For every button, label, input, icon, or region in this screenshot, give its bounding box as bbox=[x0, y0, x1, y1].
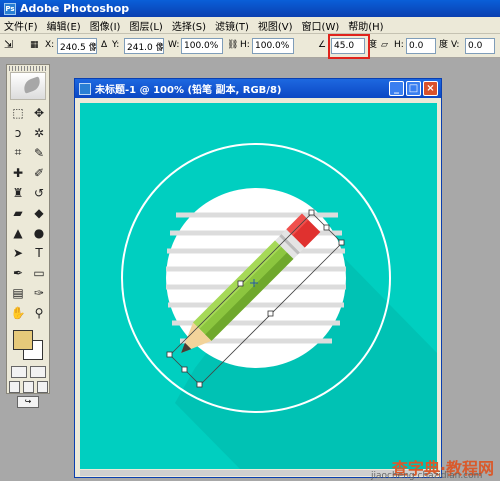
shape-tool-icon[interactable]: ▭ bbox=[29, 263, 49, 282]
horizontal-skew-input[interactable] bbox=[406, 38, 436, 54]
reference-point-icon[interactable]: ▦ bbox=[30, 37, 39, 53]
healing-brush-tool-icon[interactable]: ✚ bbox=[8, 163, 28, 182]
y-position-input[interactable] bbox=[124, 38, 164, 54]
maximize-button[interactable]: □ bbox=[406, 81, 421, 96]
document-window: 未标题-1 @ 100% (铅笔 副本, RGB/8) _ □ × bbox=[74, 78, 442, 478]
menu-file[interactable]: 文件(F) bbox=[4, 18, 38, 33]
x-position-input[interactable] bbox=[57, 38, 97, 54]
clone-stamp-tool-icon[interactable]: ♜ bbox=[8, 183, 28, 202]
options-bar: ⇲ ▦ X: Δ Y: W: ⛓ H: ∠ 度 ▱ H: 度 V: bbox=[0, 34, 500, 58]
image-canvas[interactable] bbox=[80, 103, 437, 469]
foreground-color-swatch[interactable] bbox=[13, 330, 33, 350]
feather-logo-icon bbox=[10, 72, 46, 100]
photoshop-logo-icon: Ps bbox=[4, 2, 16, 15]
close-button[interactable]: × bbox=[423, 81, 438, 96]
magic-wand-tool-icon[interactable]: ✲ bbox=[29, 123, 49, 142]
app-title: Adobe Photoshop bbox=[20, 2, 130, 15]
pen-tool-icon[interactable]: ✒ bbox=[8, 263, 28, 282]
notes-tool-icon[interactable]: ▤ bbox=[8, 283, 28, 302]
pencil-artwork bbox=[121, 143, 437, 469]
height-input[interactable] bbox=[252, 38, 294, 54]
minimize-button[interactable]: _ bbox=[389, 81, 404, 96]
crop-tool-icon[interactable]: ⌗ bbox=[8, 143, 28, 162]
tools-palette: ⬚ ✥ ↄ ✲ ⌗ ✎ ✚ ✐ ♜ ↺ ▰ ◆ ▲ ● ➤ T ✒ ▭ ▤ ✑ … bbox=[6, 64, 50, 408]
slice-tool-icon[interactable]: ✎ bbox=[29, 143, 49, 162]
menu-filter[interactable]: 滤镜(T) bbox=[215, 18, 249, 33]
hskew-unit: 度 bbox=[439, 40, 449, 50]
transform-tool-icon[interactable]: ⇲ bbox=[4, 37, 13, 53]
document-title-bar[interactable]: 未标题-1 @ 100% (铅笔 副本, RGB/8) bbox=[75, 79, 441, 98]
menu-bar: 文件(F) 编辑(E) 图像(I) 图层(L) 选择(S) 滤镜(T) 视图(V… bbox=[0, 17, 500, 34]
menu-select[interactable]: 选择(S) bbox=[172, 18, 206, 33]
blur-tool-icon[interactable]: ▲ bbox=[8, 223, 28, 242]
y-label: Y: bbox=[112, 40, 120, 50]
full-screen-mode-icon[interactable] bbox=[36, 381, 48, 393]
zoom-tool-icon[interactable]: ⚲ bbox=[29, 303, 49, 322]
menu-edit[interactable]: 编辑(E) bbox=[47, 18, 81, 33]
skew-icon: ▱ bbox=[381, 40, 388, 50]
document-icon bbox=[79, 82, 91, 95]
dodge-tool-icon[interactable]: ● bbox=[29, 223, 49, 242]
paint-bucket-tool-icon[interactable]: ◆ bbox=[29, 203, 49, 222]
menu-view[interactable]: 视图(V) bbox=[258, 18, 293, 33]
move-tool-icon[interactable]: ✥ bbox=[29, 103, 49, 122]
angle-icon: ∠ bbox=[318, 40, 327, 50]
watermark-site: jiaocheng.chazidian.com bbox=[371, 471, 483, 481]
eyedropper-tool-icon[interactable]: ✑ bbox=[29, 283, 49, 302]
jump-to-imageready-icon[interactable]: ↪ bbox=[17, 396, 39, 408]
menu-image[interactable]: 图像(I) bbox=[90, 18, 121, 33]
menu-help[interactable]: 帮助(H) bbox=[348, 18, 383, 33]
vertical-skew-input[interactable] bbox=[465, 38, 495, 54]
document-title: 未标题-1 @ 100% (铅笔 副本, RGB/8) bbox=[95, 85, 282, 96]
hskew-label: H: bbox=[394, 40, 404, 50]
marquee-tool-icon[interactable]: ⬚ bbox=[8, 103, 28, 122]
brush-tool-icon[interactable]: ✐ bbox=[29, 163, 49, 182]
app-title-bar: Ps Adobe Photoshop bbox=[0, 0, 500, 17]
path-selection-tool-icon[interactable]: ➤ bbox=[8, 243, 28, 262]
delta-icon[interactable]: Δ bbox=[101, 37, 107, 53]
quick-mask-mode-icon[interactable] bbox=[29, 366, 46, 378]
menu-window[interactable]: 窗口(W) bbox=[302, 18, 340, 33]
hand-tool-icon[interactable]: ✋ bbox=[8, 303, 28, 322]
eraser-tool-icon[interactable]: ▰ bbox=[8, 203, 28, 222]
standard-screen-mode-icon[interactable] bbox=[8, 381, 20, 393]
x-label: X: bbox=[45, 40, 55, 50]
standard-mode-icon[interactable] bbox=[10, 366, 27, 378]
angle-highlight-box bbox=[328, 34, 370, 59]
type-tool-icon[interactable]: T bbox=[29, 243, 49, 262]
menu-layer[interactable]: 图层(L) bbox=[129, 18, 162, 33]
h-label: H: bbox=[240, 40, 250, 50]
width-input[interactable] bbox=[181, 38, 223, 54]
w-label: W: bbox=[168, 40, 180, 50]
link-icon[interactable]: ⛓ bbox=[227, 37, 238, 53]
color-swatches bbox=[9, 328, 47, 362]
lasso-tool-icon[interactable]: ↄ bbox=[8, 123, 28, 142]
full-screen-menu-mode-icon[interactable] bbox=[22, 381, 34, 393]
vskew-label: V: bbox=[451, 40, 460, 50]
history-brush-tool-icon[interactable]: ↺ bbox=[29, 183, 49, 202]
palette-grip[interactable] bbox=[9, 66, 47, 71]
